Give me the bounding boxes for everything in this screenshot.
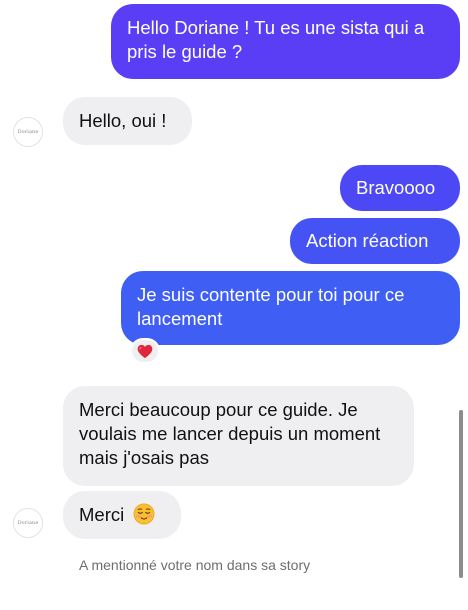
message-text: Hello, oui !	[79, 110, 167, 131]
message-text: Merci beaucoup pour ce guide. Je voulais…	[79, 399, 381, 468]
incoming-message[interactable]: Merci	[63, 491, 181, 539]
message-text: Hello Doriane ! Tu es une sista qui a pr…	[127, 17, 425, 62]
message-reaction[interactable]	[130, 338, 160, 364]
scrollbar[interactable]	[459, 410, 463, 578]
outgoing-message[interactable]: Hello Doriane ! Tu es une sista qui a pr…	[111, 4, 460, 79]
heart-icon	[137, 344, 153, 358]
incoming-message[interactable]: Hello, oui !	[63, 97, 192, 145]
story-mention-notice[interactable]: A mentionné votre nom dans sa story	[79, 557, 310, 573]
contact-avatar[interactable]: Doriane	[13, 508, 43, 538]
message-text: Merci	[79, 504, 125, 525]
chat-screen: Hello Doriane ! Tu es une sista qui a pr…	[0, 0, 468, 610]
message-text: Je suis contente pour toi pour ce lancem…	[137, 284, 405, 329]
relieved-face-icon	[133, 503, 155, 525]
outgoing-message[interactable]: Je suis contente pour toi pour ce lancem…	[121, 271, 460, 345]
incoming-message[interactable]: Merci beaucoup pour ce guide. Je voulais…	[63, 386, 414, 486]
outgoing-message[interactable]: Action réaction	[290, 218, 460, 264]
outgoing-message[interactable]: Bravoooo	[340, 165, 460, 211]
message-text: Action réaction	[306, 230, 429, 251]
message-text: Bravoooo	[356, 177, 436, 198]
contact-avatar[interactable]: Doriane	[13, 117, 43, 147]
